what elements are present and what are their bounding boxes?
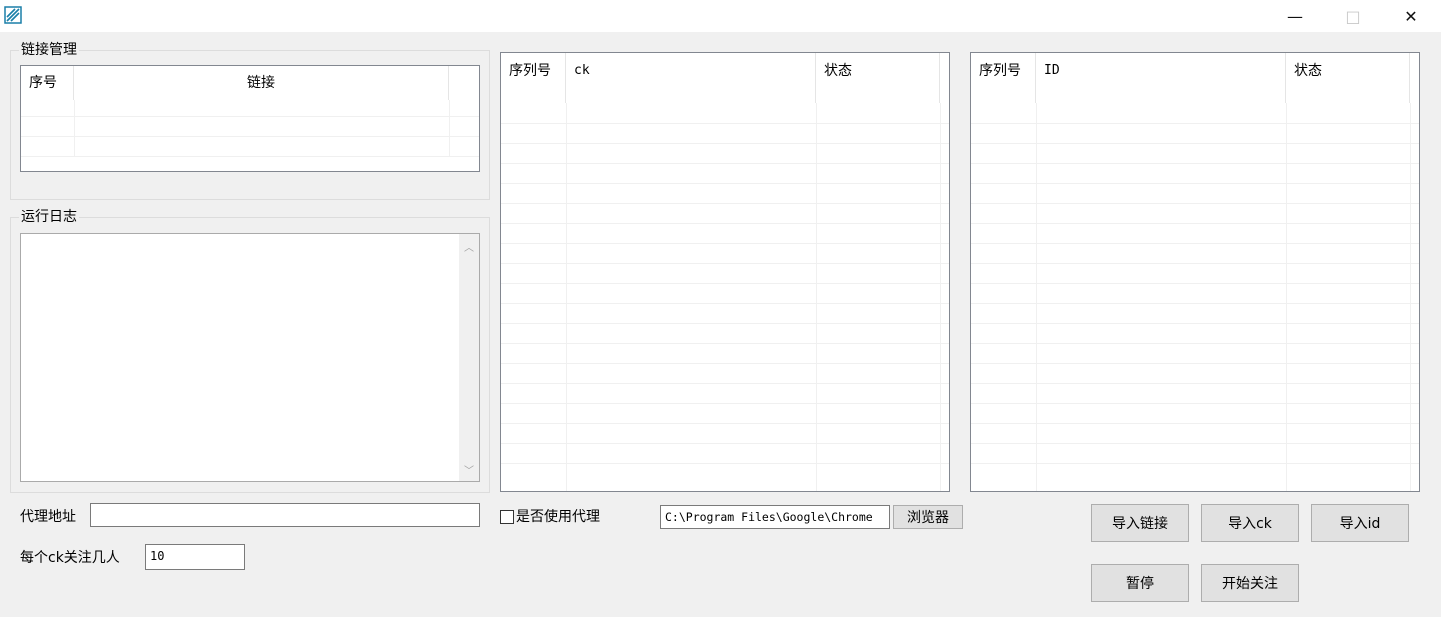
title-bar: — □ ✕: [0, 0, 1441, 32]
run-log-title: 运行日志: [19, 209, 79, 225]
ck-col-index[interactable]: 序列号: [501, 53, 566, 103]
follow-count-label: 每个ck关注几人: [20, 550, 120, 566]
minimize-button[interactable]: —: [1272, 0, 1318, 32]
follow-count-input[interactable]: 10: [145, 544, 245, 570]
id-col-id[interactable]: ID: [1036, 53, 1286, 103]
id-table[interactable]: 序列号 ID 状态: [970, 52, 1420, 492]
start-follow-button[interactable]: 开始关注: [1201, 564, 1299, 602]
close-button[interactable]: ✕: [1388, 0, 1434, 32]
run-log-textarea[interactable]: ︿ ﹀: [20, 233, 480, 482]
pause-button[interactable]: 暂停: [1091, 564, 1189, 602]
browser-path-input[interactable]: C:\Program Files\Google\Chrome: [660, 505, 890, 529]
ck-table[interactable]: 序列号 ck 状态: [500, 52, 950, 492]
maximize-button[interactable]: □: [1330, 0, 1376, 32]
use-proxy-label[interactable]: 是否使用代理: [516, 508, 600, 526]
use-proxy-checkbox[interactable]: [500, 510, 514, 524]
import-link-button[interactable]: 导入链接: [1091, 504, 1189, 542]
import-id-button[interactable]: 导入id: [1311, 504, 1409, 542]
proxy-address-input[interactable]: [90, 503, 480, 527]
id-col-index[interactable]: 序列号: [971, 53, 1036, 103]
link-col-link[interactable]: 链接: [74, 66, 449, 100]
import-ck-button[interactable]: 导入ck: [1201, 504, 1299, 542]
link-col-index[interactable]: 序号: [21, 66, 74, 100]
link-table[interactable]: 序号 链接: [20, 65, 480, 172]
id-col-status[interactable]: 状态: [1286, 53, 1410, 103]
log-scrollbar[interactable]: ︿ ﹀: [459, 234, 479, 481]
ck-col-ck[interactable]: ck: [566, 53, 816, 103]
app-icon: [4, 6, 22, 24]
proxy-address-label: 代理地址: [20, 509, 76, 525]
link-management-title: 链接管理: [19, 42, 79, 58]
ck-col-status[interactable]: 状态: [816, 53, 940, 103]
scroll-down-icon[interactable]: ﹀: [459, 459, 479, 479]
scroll-up-icon[interactable]: ︿: [459, 236, 479, 256]
browse-button[interactable]: 浏览器: [893, 505, 963, 529]
